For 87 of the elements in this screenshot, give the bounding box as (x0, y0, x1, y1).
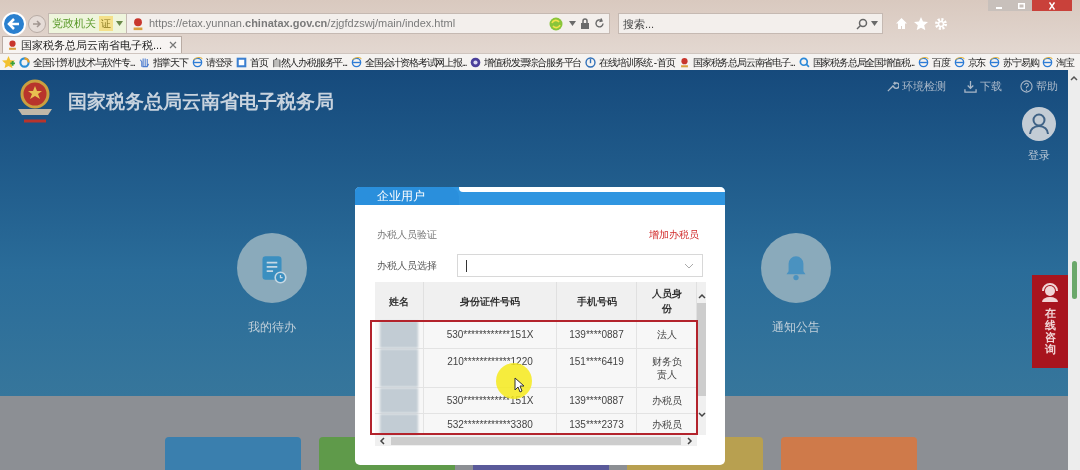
table-cell: 151****6419 (557, 349, 637, 387)
scroll-left-icon[interactable] (379, 436, 387, 445)
url-text: https://etax.yunnan.chinatax.gov.cn/zjgfdzswj/main/index.html (149, 16, 457, 32)
wrench-icon (886, 79, 899, 93)
column-header: 姓名 (375, 282, 424, 320)
browser-tab[interactable]: 国家税务总局云南省电子税... (2, 36, 183, 53)
horizontal-scrollbar[interactable] (375, 435, 697, 446)
column-header: 身份证件号码 (424, 282, 557, 320)
security-badge[interactable]: 党政机关 证 (49, 14, 127, 33)
vertical-scrollbar[interactable] (697, 282, 706, 435)
disc-icon (470, 56, 482, 68)
arrow-right-icon (32, 18, 42, 29)
scrollbar[interactable] (1068, 70, 1080, 470)
arrow-left-icon (7, 16, 21, 31)
favorite-link[interactable]: 全国会计资格考试网上报... (350, 54, 467, 70)
favorite-link[interactable]: 首页 (236, 54, 268, 70)
badge-label: 党政机关 (52, 16, 96, 32)
browser-icon (350, 56, 362, 68)
app-icon (236, 56, 248, 68)
favorites-star-icon[interactable] (2, 56, 15, 68)
download-icon (964, 79, 977, 93)
text-caret (466, 259, 467, 272)
dropdown-icon (116, 21, 123, 26)
certificate-badge: 证 (99, 16, 113, 31)
favorite-link[interactable]: 国家税务总局全国增值税... (798, 54, 915, 70)
browser-icon (918, 56, 930, 68)
close-icon[interactable] (169, 41, 178, 49)
favorite-link[interactable]: 国家税务总局云南省电子... (678, 54, 795, 70)
scroll-up-icon[interactable] (1070, 75, 1078, 81)
close-icon (1049, 1, 1055, 10)
favorite-link[interactable]: 淘宝 (1042, 54, 1075, 70)
header-link[interactable]: 下载 (964, 78, 1002, 95)
browser-icon (1042, 56, 1054, 68)
scroll-up-icon[interactable] (697, 293, 706, 299)
hand-icon (138, 56, 150, 68)
header-link[interactable]: 帮助 (1020, 78, 1058, 95)
emblem-icon (7, 39, 18, 51)
help-icon (1020, 79, 1033, 93)
dropdown-icon[interactable] (569, 21, 576, 26)
headset-icon (1039, 281, 1061, 303)
tab-title: 国家税务总局云南省电子税... (21, 37, 163, 53)
search-field[interactable]: 搜索... (623, 14, 856, 33)
blurred-name (380, 321, 418, 348)
favorite-link[interactable]: 请登录 (191, 54, 233, 70)
close-button[interactable] (1032, 0, 1072, 11)
scroll-right-icon[interactable] (685, 436, 693, 445)
consult-button[interactable]: 在线咨询 (1032, 275, 1068, 368)
header-link[interactable]: 环境检测 (886, 78, 946, 95)
favorite-link[interactable]: 全国计算机技术与软件专... (19, 54, 135, 70)
forward-button[interactable] (28, 14, 46, 33)
refresh-icon[interactable] (594, 18, 605, 29)
scroll-thumb[interactable] (1071, 261, 1077, 299)
scroll-down-icon[interactable] (697, 412, 706, 418)
user-avatar-icon (1022, 106, 1056, 141)
address-bar[interactable]: 党政机关 证 https://etax.yunnan.chinatax.gov.cn/zjgfdzswj/main/index.html (48, 13, 610, 34)
back-button[interactable] (2, 11, 26, 36)
search-box[interactable]: 搜索... (618, 13, 883, 34)
favorite-link[interactable]: 京东 (953, 54, 986, 70)
emblem-icon (131, 16, 145, 31)
search-icon[interactable] (856, 17, 868, 30)
add-taxpayer-link[interactable]: 增加办税员 (649, 227, 703, 242)
browser-icon (953, 56, 965, 68)
favorite-link[interactable]: 在线培训系统 - 首页 (585, 54, 675, 70)
maximize-icon (1017, 2, 1025, 9)
blurred-name (380, 414, 418, 435)
login-button[interactable]: 登录 (1022, 106, 1056, 163)
power-icon (585, 56, 597, 68)
favorite-link[interactable]: 苏宁易购 (989, 54, 1039, 70)
globe-icon (19, 56, 30, 68)
favorite-link[interactable]: 百度 (918, 54, 950, 70)
chevron-down-icon (684, 262, 694, 269)
lock-icon (580, 18, 590, 29)
dropdown-icon[interactable] (871, 21, 878, 26)
browser-icon (989, 56, 1001, 68)
favorite-link[interactable]: 增值税发票综合服务平台 (470, 54, 582, 70)
emblem-icon (678, 56, 690, 68)
section-label: 办税人员验证 (377, 228, 437, 242)
column-header: 手机号码 (557, 282, 637, 320)
favorite-link[interactable]: 指掌天下 (138, 54, 188, 70)
favorite-link[interactable]: 自然人办税服务平... (271, 54, 347, 70)
star-icon[interactable] (914, 17, 928, 30)
field-label: 办税人员选择 (377, 259, 437, 273)
minimize-icon (996, 7, 1002, 9)
table-cell: 139****0887 (557, 388, 637, 413)
site-title: 国家税务总局云南省电子税务局 (68, 90, 334, 115)
search-icon (798, 56, 810, 68)
browser-icon (191, 56, 203, 68)
